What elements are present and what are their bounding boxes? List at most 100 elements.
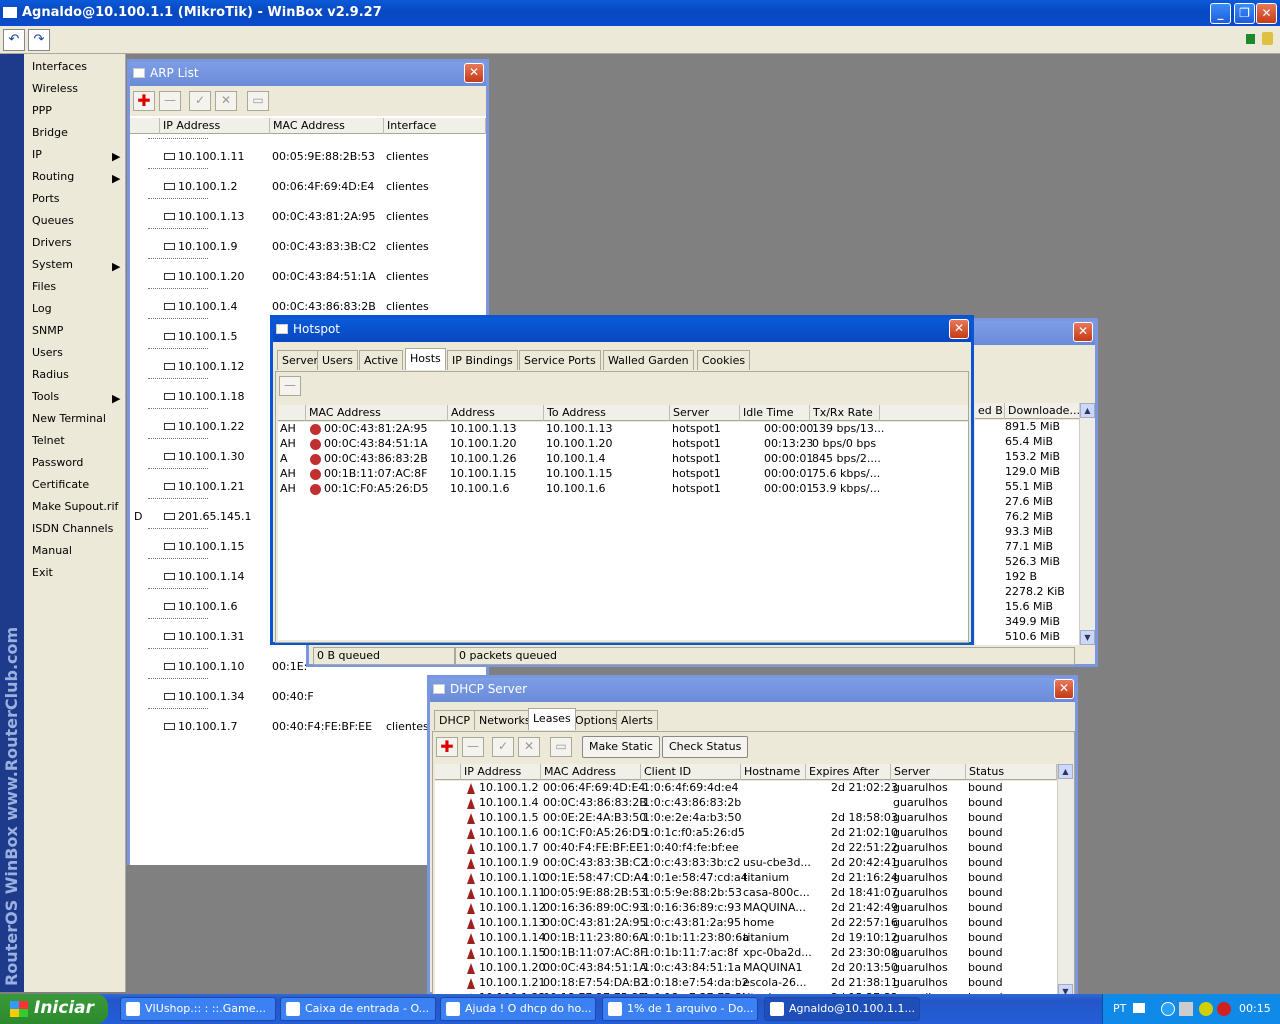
table-row[interactable]: A 00:0C:43:86:83:2B 10.100.1.26 10.100.1.4 h…	[278, 452, 968, 467]
menu-item[interactable]: Log	[32, 302, 52, 322]
enable-icon[interactable]: ✓	[189, 91, 211, 111]
menu-item[interactable]: Bridge	[32, 126, 68, 146]
taskbar-item[interactable]: VIUshop.:: : ::.Game...	[120, 997, 276, 1021]
col-ip-address[interactable]: IP Address	[160, 118, 270, 134]
tab-leases[interactable]: Leases	[528, 708, 576, 730]
col-downloaded[interactable]: Downloade...	[1005, 403, 1081, 419]
table-row[interactable]: 76.2 MiB	[975, 510, 1081, 525]
col-hostname[interactable]: Hostname	[741, 764, 806, 780]
menu-item[interactable]: PPP	[32, 104, 52, 124]
start-button[interactable]: Iniciar	[0, 994, 108, 1024]
col-ip-address[interactable]: IP Address	[461, 764, 541, 780]
menu-item[interactable]: Password	[32, 456, 83, 476]
menu-item[interactable]: Radius	[32, 368, 69, 388]
col-mac-address[interactable]: MAC Address	[306, 405, 448, 421]
table-row[interactable]: 27.6 MiB	[975, 495, 1081, 510]
menu-item[interactable]: Drivers	[32, 236, 72, 256]
menu-item[interactable]: Tools	[32, 390, 59, 410]
queue-close-button[interactable]: ✕	[1073, 322, 1093, 342]
table-row[interactable]: 10.100.1.4 00:0C:43:86:83:2B 1:0:c:43:86:8…	[435, 796, 1057, 811]
undo-icon[interactable]: ↶	[3, 29, 25, 51]
menu-item[interactable]: IP	[32, 148, 42, 168]
add-icon[interactable]: ✚	[436, 737, 458, 757]
table-row[interactable]: 77.1 MiB	[975, 540, 1081, 555]
table-row[interactable]: 10.100.1.14 00:1B:11:23:80:6A 1:0:1b:11:23…	[435, 931, 1057, 946]
language-indicator[interactable]: PT	[1113, 1002, 1126, 1015]
table-row[interactable]: 10.100.1.2 00:06:4F:69:4D:E4 1:0:6:4f:69:4…	[435, 781, 1057, 796]
table-row[interactable]: 10.100.1.9 00:0C:43:83:3B:C2 clientes	[130, 228, 486, 255]
disable-icon[interactable]: ✕	[518, 737, 540, 757]
col-interface[interactable]: Interface	[384, 118, 486, 134]
table-row[interactable]: 10.100.1.21 00:18:E7:54:DA:B2 1:0:18:e7:54…	[435, 976, 1057, 991]
table-row[interactable]: 10.100.1.10 00:1E:58:47:CD:A4 1:0:1e:58:47…	[435, 871, 1057, 886]
col-address[interactable]: Address	[448, 405, 544, 421]
table-row[interactable]: 10.100.1.13 00:0C:43:81:2A:95 1:0:c:43:81:…	[435, 916, 1057, 931]
queue-scrollbar[interactable]: ▲ ▼	[1079, 403, 1095, 645]
make-static-button[interactable]: Make Static	[582, 736, 660, 758]
table-row[interactable]: AH 00:0C:43:81:2A:95 10.100.1.13 10.100.1.1…	[278, 422, 968, 437]
menu-item[interactable]: System	[32, 258, 73, 278]
remove-icon[interactable]: —	[462, 737, 484, 757]
table-row[interactable]: 10.100.1.12 00:16:36:89:0C:93 1:0:16:36:89…	[435, 901, 1057, 916]
table-row[interactable]: 510.6 MiB	[975, 630, 1081, 645]
menu-item[interactable]: New Terminal	[32, 412, 106, 432]
hotspot-close-button[interactable]: ✕	[949, 319, 969, 339]
table-row[interactable]: 10.100.1.15 00:1B:11:07:AC:8F 1:0:1b:11:7:…	[435, 946, 1057, 961]
app-tray-icon[interactable]	[1199, 1002, 1213, 1016]
table-row[interactable]: 10.100.1.7 00:40:F4:FE:BF:EE 1:0:40:f4:fe:…	[435, 841, 1057, 856]
menu-item[interactable]: Make Supout.rif	[32, 500, 118, 520]
menu-item[interactable]: Certificate	[32, 478, 89, 498]
table-row[interactable]: 153.2 MiB	[975, 450, 1081, 465]
table-row[interactable]: 129.0 MiB	[975, 465, 1081, 480]
table-row[interactable]: AH 00:1B:11:07:AC:8F 10.100.1.15 10.100.1.1…	[278, 467, 968, 482]
col-uploaded[interactable]: ed B...	[975, 403, 1005, 419]
table-row[interactable]: 10.100.1.11 00:05:9E:88:2B:53 1:0:5:9e:88:…	[435, 886, 1057, 901]
add-icon[interactable]: ✚	[133, 91, 155, 111]
tab-ip-bindings[interactable]: IP Bindings	[447, 350, 518, 370]
table-row[interactable]: 10.100.1.20 00:0C:43:84:51:1A 1:0:c:43:84:…	[435, 961, 1057, 976]
table-row[interactable]: 10.100.1.4 00:0C:43:86:83:2B clientes	[130, 288, 486, 315]
dhcp-scrollbar[interactable]: ▲ ▼	[1057, 764, 1073, 999]
col-idle-time[interactable]: Idle Time	[740, 405, 810, 421]
menu-item[interactable]: ISDN Channels	[32, 522, 113, 542]
menu-item[interactable]: Users	[32, 346, 63, 366]
redo-icon[interactable]: ↷	[28, 29, 50, 51]
tab-cookies[interactable]: Cookies	[697, 350, 751, 370]
table-row[interactable]: 10.100.1.20 00:0C:43:84:51:1A clientes	[130, 258, 486, 285]
taskbar-item[interactable]: 1% de 1 arquivo - Do...	[602, 997, 758, 1021]
tab-alerts[interactable]: Alerts	[616, 710, 658, 730]
table-row[interactable]: 65.4 MiB	[975, 435, 1081, 450]
table-row[interactable]: 192 B	[975, 570, 1081, 585]
antivirus-icon[interactable]	[1217, 1002, 1231, 1016]
menu-item[interactable]: Ports	[32, 192, 60, 212]
tab-options[interactable]: Options	[570, 710, 623, 730]
menu-item[interactable]: Files	[32, 280, 56, 300]
tab-hosts[interactable]: Hosts	[405, 348, 446, 370]
tab-users[interactable]: Users	[317, 350, 358, 370]
menu-item[interactable]: Telnet	[32, 434, 65, 454]
col-status[interactable]: Status	[966, 764, 1057, 780]
tab-dhcp[interactable]: DHCP	[434, 710, 476, 730]
restore-button[interactable]: ❐	[1234, 3, 1255, 24]
comment-icon[interactable]: ▭	[550, 737, 572, 757]
monitor-icon[interactable]	[1179, 1002, 1193, 1016]
scroll-up-icon[interactable]: ▲	[1058, 764, 1073, 779]
menu-item[interactable]: Exit	[32, 566, 53, 586]
table-row[interactable]: AH 00:0C:43:84:51:1A 10.100.1.20 10.100.1.2…	[278, 437, 968, 452]
taskbar-item[interactable]: Ajuda ! O dhcp do ho...	[440, 997, 596, 1021]
col-mac-address[interactable]: MAC Address	[270, 118, 384, 134]
menu-item[interactable]: SNMP	[32, 324, 63, 344]
table-row[interactable]: 349.9 MiB	[975, 615, 1081, 630]
tab-active[interactable]: Active	[359, 350, 404, 370]
table-row[interactable]: 10.100.1.5 00:0E:2E:4A:B3:50 1:0:e:2e:4a:b…	[435, 811, 1057, 826]
menu-item[interactable]: Manual	[32, 544, 72, 564]
table-row[interactable]: 10.100.1.6 00:1C:F0:A5:26:D5 1:0:1c:f0:a5:…	[435, 826, 1057, 841]
tab-networks[interactable]: Networks	[474, 710, 536, 730]
arp-close-button[interactable]: ✕	[464, 63, 484, 83]
table-row[interactable]: 15.6 MiB	[975, 600, 1081, 615]
col-server[interactable]: Server	[670, 405, 740, 421]
check-status-button[interactable]: Check Status	[662, 736, 749, 758]
scroll-up-icon[interactable]: ▲	[1080, 403, 1095, 418]
table-row[interactable]: AH 00:1C:F0:A5:26:D5 10.100.1.6 10.100.1.6 h…	[278, 482, 968, 497]
remove-icon[interactable]: —	[159, 91, 181, 111]
